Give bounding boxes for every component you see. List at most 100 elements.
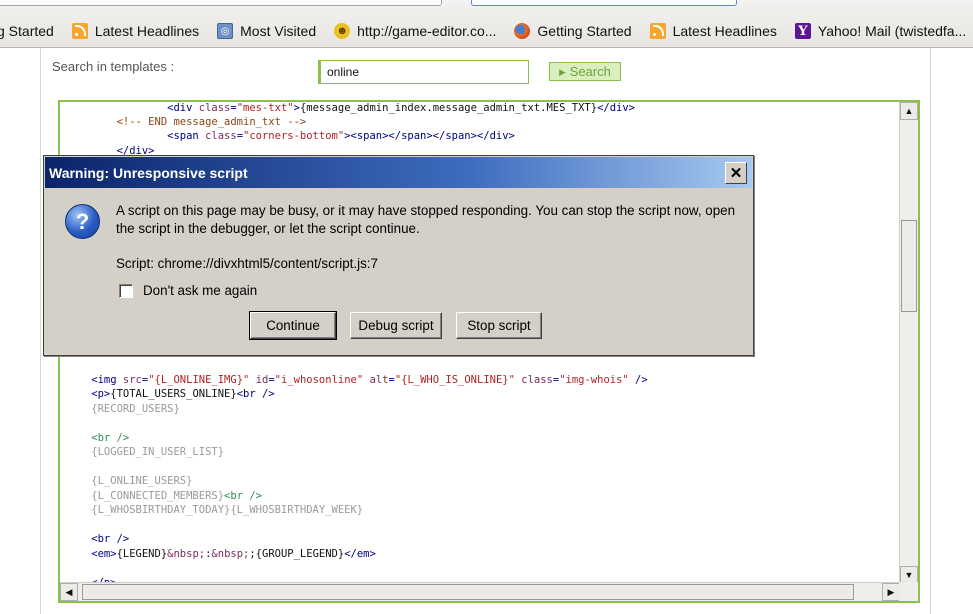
- code-token: class: [521, 374, 553, 386]
- bookmark-item[interactable]: g Started: [0, 23, 57, 39]
- bookmark-label: g Started: [0, 23, 54, 39]
- search-label: Search in templates :: [52, 59, 175, 74]
- code-token: {RECORD_USERS}: [66, 403, 180, 415]
- code-line: {L_WHOSBIRTHDAY_TODAY}{L_WHOSBIRTHDAY_WE…: [66, 503, 363, 517]
- browser-tab-active[interactable]: [471, 0, 737, 6]
- dialog-message: A script on this page may be busy, or it…: [116, 203, 736, 236]
- bookmark-item[interactable]: Latest Headlines: [647, 23, 780, 39]
- code-line: {LOGGED_IN_USER_LIST}: [66, 445, 224, 459]
- scroll-right-button[interactable]: ▶: [882, 583, 900, 601]
- code-line: {L_ONLINE_USERS}: [66, 474, 192, 488]
- bookmark-label: Latest Headlines: [672, 23, 777, 39]
- stop-script-button[interactable]: Stop script: [456, 312, 542, 339]
- dialog-close-button[interactable]: ✕: [725, 162, 747, 184]
- tab-strip: [0, 0, 973, 9]
- code-token: {L_WHOSBIRTHDAY_TODAY}{L_WHOSBIRTHDAY_WE…: [66, 504, 364, 516]
- code-token: class: [198, 102, 231, 114]
- search-button[interactable]: ▸ Search: [549, 62, 621, 81]
- code-line: {L_CONNECTED_MEMBERS}<br />: [66, 489, 262, 503]
- template-search-input[interactable]: [318, 60, 529, 84]
- yahoo-icon: Y: [794, 23, 811, 39]
- code-token: ><span></span></span></div>: [344, 130, 515, 142]
- bookmark-item[interactable]: Y Yahoo! Mail (twistedfa...: [792, 23, 969, 39]
- code-token: <span: [66, 130, 206, 142]
- code-line: <img src="{L_ONLINE_IMG}" id="i_whosonli…: [66, 373, 647, 387]
- left-arrow-icon: ◀: [65, 586, 73, 597]
- code-line: <div class="mes-txt">{message_admin_inde…: [66, 102, 635, 115]
- script-path: Script: chrome://divxhtml5/content/scrip…: [116, 256, 378, 271]
- code-line: <p>{TOTAL_USERS_ONLINE}<br />: [66, 387, 275, 401]
- rss-feed-icon: [649, 23, 666, 39]
- search-button-label: Search: [569, 64, 611, 79]
- continue-button[interactable]: Continue: [249, 311, 337, 340]
- horizontal-scroll-thumb[interactable]: [82, 584, 854, 600]
- code-token: <!-- END message_admin_txt -->: [66, 116, 307, 128]
- browser-tab[interactable]: [0, 0, 442, 6]
- code-token: src: [122, 374, 142, 386]
- game-editor-icon: ☻: [334, 23, 351, 39]
- code-line: <em>{LEGEND}&nbsp;:&nbsp;;{GROUP_LEGEND}…: [66, 547, 376, 561]
- code-token: ;{GROUP_LEGEND}: [249, 548, 345, 560]
- code-token: <img: [66, 374, 123, 386]
- template-search-row: Search in templates : ▸ Search: [52, 58, 652, 86]
- horizontal-scrollbar[interactable]: ◀ ▶: [60, 582, 900, 601]
- code-token: alt: [369, 374, 389, 386]
- code-line: <!-- END message_admin_txt -->: [66, 115, 307, 129]
- code-token: {LEGEND}: [116, 548, 168, 560]
- code-token: "{L_ONLINE_IMG}": [148, 374, 250, 386]
- question-icon: ?: [65, 204, 100, 239]
- code-token: {TOTAL_USERS_ONLINE}: [110, 388, 237, 400]
- code-token: {L_ONLINE_USERS}: [66, 475, 193, 487]
- code-line: <span class="corners-bottom"><span></spa…: [66, 129, 515, 143]
- dont-ask-label[interactable]: Don't ask me again: [143, 283, 257, 298]
- scrollbar-corner: [899, 582, 918, 601]
- code-token: <p>: [66, 388, 111, 400]
- dont-ask-checkbox[interactable]: [119, 283, 133, 298]
- code-token: class: [205, 130, 237, 142]
- code-line: {RECORD_USERS}: [66, 402, 180, 416]
- dialog-titlebar[interactable]: Warning: Unresponsive script ✕: [45, 157, 752, 188]
- code-line: <br />: [66, 431, 129, 445]
- scroll-up-button[interactable]: ▲: [900, 102, 918, 120]
- bookmark-label: Getting Started: [537, 23, 632, 39]
- most-visited-icon: ◎: [217, 23, 234, 39]
- bookmark-item[interactable]: Getting Started: [511, 23, 634, 39]
- bookmarks-toolbar: g Started Latest Headlines ◎ Most Visited ☻ h…: [0, 0, 973, 48]
- code-token: "img-whois": [559, 374, 629, 386]
- page-left-margin: [0, 48, 41, 614]
- bookmark-item[interactable]: ◎ Most Visited: [214, 23, 319, 39]
- page-right-margin: [930, 48, 973, 614]
- dont-ask-row[interactable]: Don't ask me again: [119, 283, 257, 298]
- dialog-title: Warning: Unresponsive script: [49, 165, 248, 181]
- vertical-scrollbar[interactable]: ▲ ▼: [899, 102, 918, 584]
- code-token: </em>: [344, 548, 376, 560]
- search-arrow-icon: ▸: [559, 63, 566, 79]
- close-icon: ✕: [729, 165, 743, 182]
- rss-feed-icon: [71, 23, 88, 39]
- code-line: <br />: [66, 532, 129, 546]
- bookmark-label: Yahoo! Mail (twistedfa...: [817, 23, 967, 39]
- unresponsive-script-dialog: Warning: Unresponsive script ✕ ? A scrip…: [43, 155, 754, 356]
- vertical-scroll-thumb[interactable]: [901, 220, 917, 312]
- bookmark-item[interactable]: ☻ http://game-editor.co...: [331, 23, 499, 39]
- code-token: &nbsp;: [211, 548, 250, 560]
- code-token: id: [255, 374, 269, 386]
- up-arrow-icon: ▲: [904, 106, 914, 116]
- code-token: "mes-txt": [236, 102, 294, 114]
- down-arrow-icon: ▼: [904, 570, 914, 580]
- code-token: <br />: [236, 388, 275, 400]
- bookmark-label: Latest Headlines: [94, 23, 200, 39]
- bookmark-item[interactable]: Latest Headlines: [69, 23, 202, 39]
- code-token: </div>: [597, 102, 635, 114]
- scroll-left-button[interactable]: ◀: [60, 583, 78, 601]
- code-token: "{L_WHO_IS_ONLINE}": [394, 374, 515, 386]
- code-token: {message_admin_index.message_admin_txt.M…: [299, 102, 598, 114]
- debug-script-button[interactable]: Debug script: [350, 312, 442, 339]
- bookmark-label: http://game-editor.co...: [357, 23, 497, 39]
- code-token: "i_whosonline": [274, 374, 364, 386]
- code-token: <br />: [66, 432, 130, 444]
- bookmarks-list: g Started Latest Headlines ◎ Most Visited ☻ h…: [0, 19, 973, 43]
- code-token: "corners-bottom": [243, 130, 345, 142]
- code-token: {LOGGED_IN_USER_LIST}: [66, 446, 225, 458]
- bookmark-label: Most Visited: [240, 23, 317, 39]
